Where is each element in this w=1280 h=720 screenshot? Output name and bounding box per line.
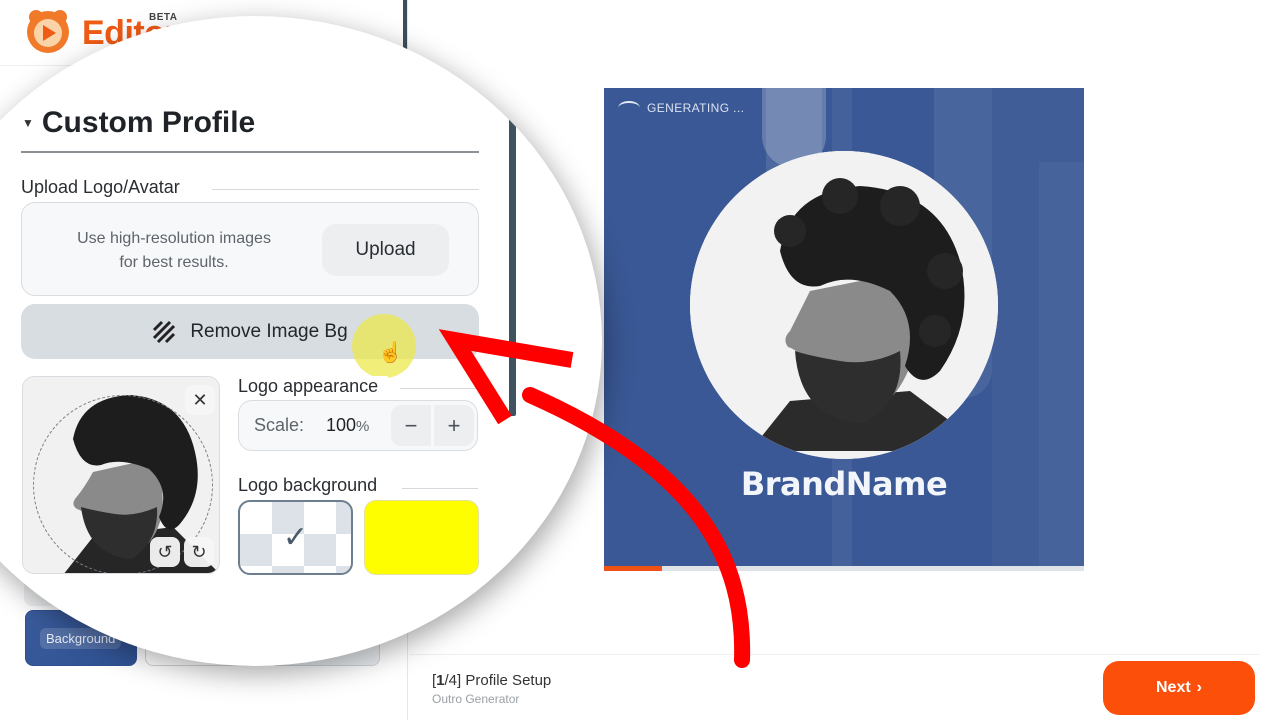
rotate-left-button[interactable]: ↺	[150, 537, 180, 567]
scale-value: 100%	[326, 415, 369, 436]
scale-increment-button[interactable]: +	[434, 405, 474, 446]
logo-preview-card: ✕ ↺ ↻	[22, 376, 220, 574]
step-total: /4]	[444, 672, 462, 689]
scale-control: Scale: 100% − +	[238, 400, 478, 451]
render-progress-fill	[604, 566, 662, 571]
logo-background-label: Logo background	[238, 475, 388, 496]
logo-bg-yellow-option[interactable]	[364, 500, 479, 575]
step-indicator: [1/4] Profile Setup	[432, 672, 551, 689]
generating-status: GENERATING ...	[618, 101, 744, 115]
logo-bg-transparent-option[interactable]: ✓	[238, 500, 353, 575]
upload-dropzone[interactable]: Use high-resolution images for best resu…	[21, 202, 479, 296]
upload-label: Upload Logo/Avatar	[21, 177, 190, 198]
scale-label: Scale:	[254, 415, 305, 435]
hint-line: Use high-resolution images	[77, 230, 271, 247]
caret-down-icon: ▼	[22, 116, 34, 130]
decor-stripe	[1039, 162, 1084, 566]
brand-name-text: BrandName	[740, 465, 948, 503]
step-current: 1	[436, 672, 445, 689]
divider	[402, 488, 478, 489]
app-root: Editor BETA Background GENERATING ... Br…	[0, 0, 1280, 720]
step-title: Profile Setup	[465, 672, 552, 689]
next-button[interactable]: Next ›	[1103, 661, 1255, 715]
render-progress-bar	[604, 566, 1084, 571]
chevron-right-icon: ›	[1196, 679, 1202, 696]
scale-unit: %	[356, 418, 370, 435]
outro-preview: GENERATING ... BrandName	[604, 88, 1084, 566]
spinner-icon	[618, 101, 640, 115]
upload-button[interactable]: Upload	[322, 224, 449, 276]
logo-appearance-label: Logo appearance	[238, 376, 389, 397]
hand-cursor-icon: ☝	[378, 342, 403, 364]
magnifier-lens: ▼ Custom Profile Upload Logo/Avatar Use …	[0, 16, 602, 666]
rotate-right-button[interactable]: ↻	[184, 537, 214, 567]
section-header[interactable]: ▼ Custom Profile	[22, 106, 255, 140]
rotate-right-icon: ↻	[191, 541, 207, 562]
upload-hint: Use high-resolution images for best resu…	[42, 227, 306, 275]
divider	[400, 388, 478, 389]
remove-bg-label: Remove Image Bg	[190, 320, 348, 342]
next-label: Next	[1155, 679, 1191, 696]
scale-decrement-button[interactable]: −	[391, 405, 431, 446]
close-icon: ✕	[192, 389, 208, 410]
step-subtitle: Outro Generator	[432, 692, 520, 706]
divider	[21, 151, 479, 153]
remove-logo-button[interactable]: ✕	[185, 385, 215, 415]
divider	[212, 189, 479, 190]
scrollbar[interactable]	[509, 116, 516, 416]
section-title: Custom Profile	[41, 106, 256, 139]
portrait-image	[690, 151, 998, 459]
checkmark-icon: ✓	[282, 521, 309, 554]
hatch-icon	[153, 320, 176, 343]
scale-number: 100	[326, 415, 357, 435]
generating-label: GENERATING ...	[647, 101, 745, 115]
hint-line: for best results.	[119, 254, 229, 271]
avatar-preview	[690, 151, 998, 459]
rotate-left-icon: ↺	[157, 541, 173, 562]
magnified-panel: ▼ Custom Profile Upload Logo/Avatar Use …	[0, 16, 600, 666]
